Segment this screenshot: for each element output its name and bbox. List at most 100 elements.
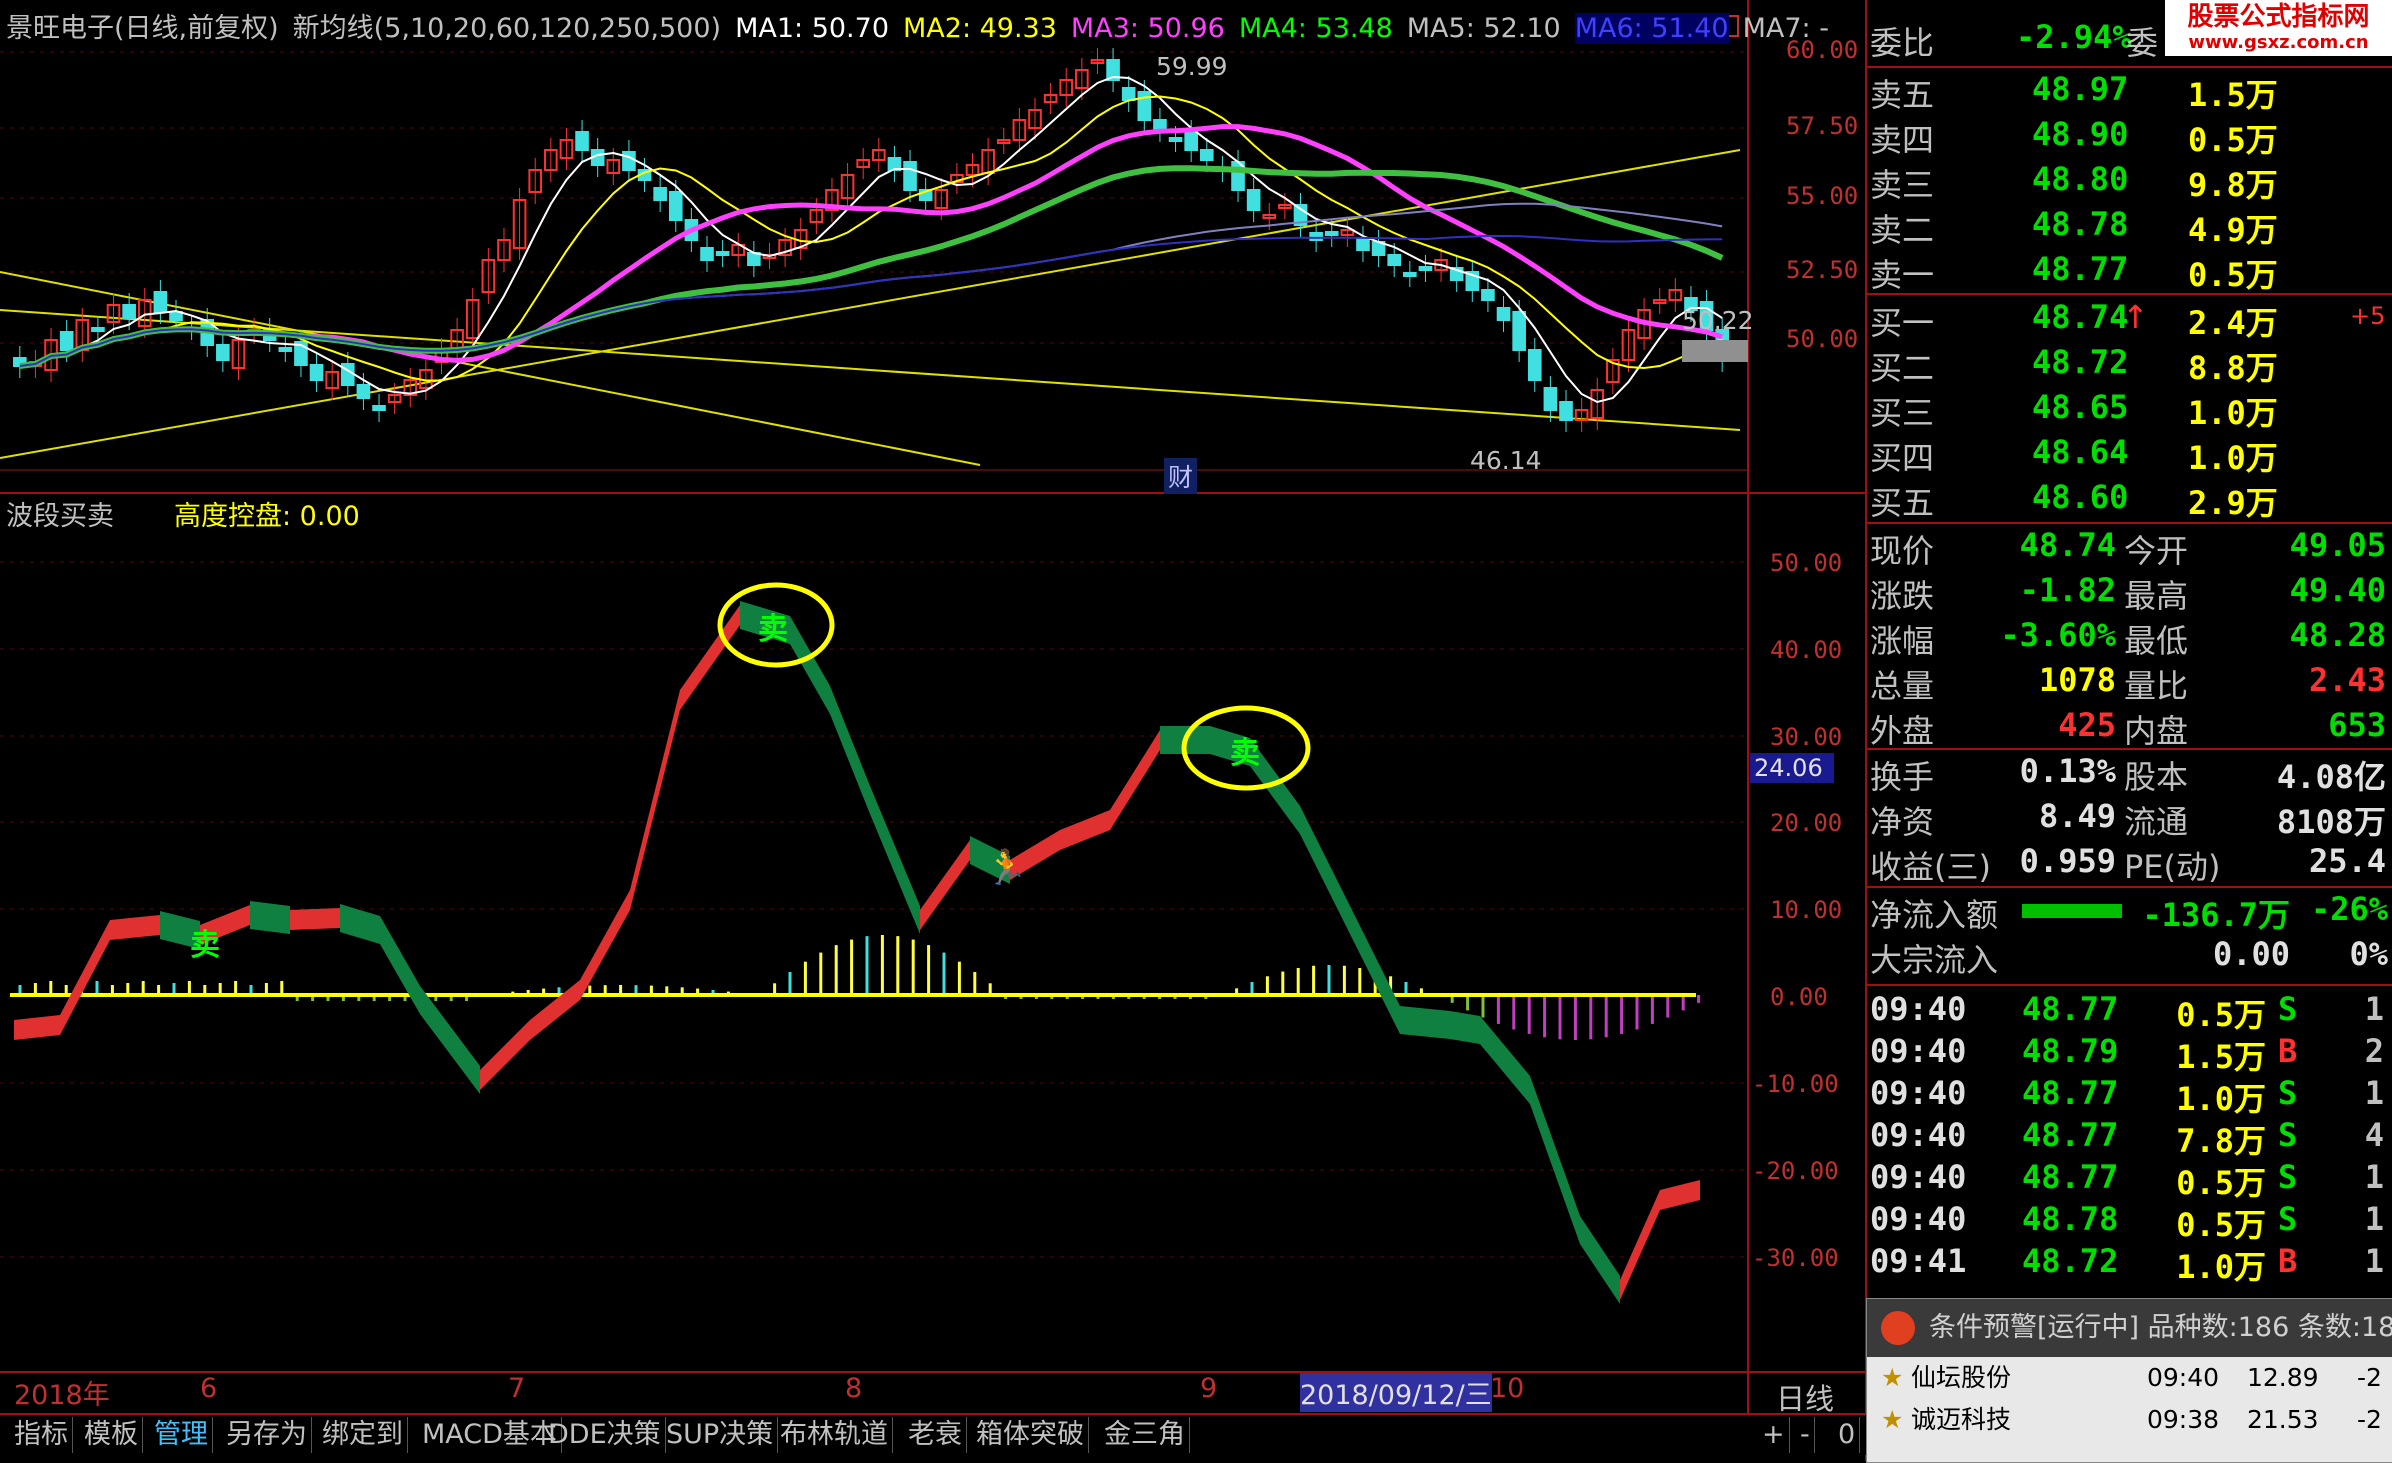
tick-vol: 0.5万	[2176, 996, 2266, 1034]
flow-label: 大宗流入	[1870, 941, 1999, 979]
weicha-label: 委	[2126, 24, 2159, 62]
buy-level-change: +5	[2350, 302, 2386, 330]
zoom-button-1[interactable]: -	[1796, 1417, 1815, 1453]
buy-level-label: 买四	[1870, 439, 1935, 477]
date-tick: 6	[200, 1373, 218, 1404]
toolbar-button-6[interactable]: DDE决策	[544, 1417, 666, 1453]
candle-body	[372, 405, 386, 411]
buy-level-price: 48.65	[2032, 388, 2129, 426]
tick-count: 1	[2364, 1242, 2384, 1280]
stat-label: 总量	[1870, 667, 1935, 705]
price-tick: 55.00	[1786, 182, 1859, 210]
flow-pct: 0%	[2349, 935, 2388, 973]
toolbar-button-8[interactable]: 布林轨道	[776, 1417, 893, 1453]
tick-price: 48.78	[2022, 1200, 2119, 1238]
toolbar-right: + -0	[1748, 1413, 1866, 1455]
buy-level-vol: 2.9万	[2188, 484, 2278, 522]
moving-average-lines	[19, 75, 1724, 404]
sell-level-label: 卖五	[1870, 76, 1935, 114]
indicator-tick: -20.00	[1752, 1157, 1839, 1185]
alert-row[interactable]: ★ 仙坛股份 09:40 12.89 -2	[1867, 1357, 2392, 1399]
wave-band	[14, 601, 1700, 1304]
finance-marker[interactable]: 财	[1164, 458, 1198, 494]
tick-count: 1	[2364, 990, 2384, 1028]
toolbar-button-0[interactable]: 指标	[10, 1417, 73, 1453]
candle-body	[1137, 91, 1152, 121]
buy-level-label: 买三	[1870, 394, 1935, 432]
buy-level-label: 买二	[1870, 349, 1935, 387]
stat-label: 涨跌	[1870, 577, 1935, 615]
stat-value: -3.60%	[2000, 616, 2116, 654]
candle-body	[309, 364, 324, 381]
high-price-label: 59.99	[1156, 52, 1228, 81]
stat-label-2: 内盘	[2124, 712, 2189, 750]
stat-label-2: 最高	[2124, 577, 2189, 615]
period-label[interactable]: 日线	[1776, 1376, 1834, 1418]
fund-value: 0.959	[2019, 842, 2116, 880]
price-tick: 60.00	[1786, 36, 1859, 64]
band-segment-up	[290, 908, 340, 930]
toolbar-button-5[interactable]: MACD基本	[418, 1417, 562, 1453]
band-segment-up	[630, 690, 680, 910]
tick-count: 1	[2364, 1158, 2384, 1196]
buy-level-price: 48.64	[2032, 433, 2129, 471]
tick-bs: S	[2278, 990, 2298, 1028]
chart-header: 景旺电子(日线,前复权) 新均线(5,10,20,60,120,250,500) M…	[6, 6, 1857, 46]
alert-window[interactable]: 条件预警[运行中] 品种数:186 条数:18 ★ 仙坛股份 09:40 12.89 -…	[1866, 1298, 2392, 1463]
alert-title-bar[interactable]: 条件预警[运行中] 品种数:186 条数:18	[1867, 1299, 2392, 1357]
buy-level-price: 48.60	[2032, 478, 2129, 516]
band-segment-down	[340, 904, 380, 944]
ma-label-4: MA4: 53.48	[1238, 13, 1393, 44]
stat-label: 外盘	[1870, 712, 1935, 750]
candle-body	[700, 247, 714, 261]
sell-level-vol: 0.5万	[2188, 256, 2278, 294]
toolbar-button-4[interactable]: 绑定到	[318, 1417, 408, 1453]
stock-title: 景旺电子(日线,前复权)	[6, 13, 279, 44]
candle-body	[1403, 272, 1417, 277]
tick-vol: 1.0万	[2176, 1248, 2266, 1286]
zoom-button-2[interactable]: 0	[1834, 1417, 1861, 1453]
candle-body	[1527, 349, 1542, 381]
candle-body	[91, 327, 105, 332]
alert-stock-name: 仙坛股份	[1911, 1363, 2012, 1392]
tick-bs: S	[2278, 1158, 2298, 1196]
price-tick: 52.50	[1786, 256, 1859, 284]
tick-price: 48.72	[2022, 1242, 2119, 1280]
indicator-current-value: 24.06	[1750, 753, 1834, 783]
candle-body	[653, 187, 667, 201]
sell-level-price: 48.97	[2032, 70, 2129, 108]
toolbar-button-9[interactable]: 老衰	[904, 1417, 967, 1453]
toolbar-button-2[interactable]: 管理	[150, 1417, 213, 1453]
toolbar-button-1[interactable]: 模板	[80, 1417, 143, 1453]
alert-price: 21.53	[2247, 1405, 2319, 1434]
ma-line-1	[19, 75, 1723, 404]
candle-body	[278, 347, 293, 352]
toolbar-button-7[interactable]: SUP决策	[662, 1417, 779, 1453]
buy-level-vol: 8.8万	[2188, 349, 2278, 387]
tick-time: 09:41	[1870, 1242, 1967, 1280]
candle-body	[1543, 387, 1558, 411]
flow-value: 0.00	[2212, 935, 2290, 973]
candle-body	[668, 191, 683, 221]
tick-vol: 0.5万	[2176, 1164, 2266, 1202]
toolbar-button-11[interactable]: 金三角	[1100, 1417, 1190, 1453]
band-segment-up	[1660, 1180, 1700, 1210]
band-segment-down	[1300, 806, 1350, 934]
alert-row[interactable]: ★ 诚迈科技 09:38 21.53 -2	[1867, 1399, 2392, 1441]
fund-label: 收益(三)	[1870, 848, 1991, 886]
sell-level-price: 48.78	[2032, 205, 2129, 243]
tick-price: 48.77	[2022, 1074, 2119, 1112]
alert-time: 09:38	[2147, 1405, 2220, 1434]
runner-icon: 🏃	[985, 848, 1028, 888]
toolbar-button-3[interactable]: 另存为	[222, 1417, 312, 1453]
date-tick: 2018年	[14, 1380, 110, 1411]
tick-time: 09:40	[1870, 1074, 1967, 1112]
candle-body	[1559, 401, 1573, 421]
flow-value: -136.7万	[2142, 896, 2290, 934]
toolbar-button-10[interactable]: 箱体突破	[972, 1417, 1089, 1453]
tick-bs: B	[2278, 1242, 2298, 1280]
zoom-button-0[interactable]: +	[1758, 1417, 1790, 1453]
sub-indicator-name: 波段买卖	[6, 501, 114, 532]
fund-label-2: 股本	[2124, 758, 2189, 796]
candle-body	[1356, 237, 1370, 251]
